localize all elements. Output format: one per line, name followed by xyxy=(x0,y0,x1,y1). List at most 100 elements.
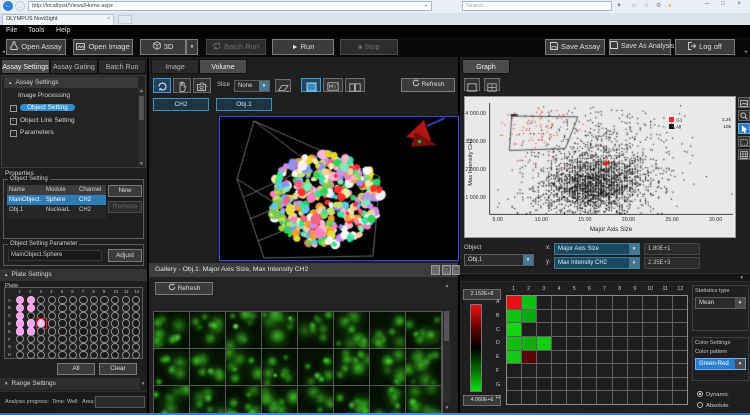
menu-file[interactable]: File xyxy=(6,27,17,34)
favorites-icon[interactable]: ☆ xyxy=(644,2,649,10)
well-B9[interactable] xyxy=(100,304,108,312)
y-feature-dropdown[interactable]: Max Intensity CH2▼ xyxy=(554,257,640,269)
gallery-thumbnail[interactable] xyxy=(406,386,441,415)
open-image-button[interactable]: Open Image xyxy=(73,39,133,55)
heatmap-cell-D2[interactable] xyxy=(522,337,536,350)
new-button[interactable]: New xyxy=(108,185,142,197)
well-H5[interactable] xyxy=(58,351,66,359)
heatmap-cell-B4[interactable] xyxy=(552,310,566,323)
tree-item-image-processing[interactable]: Image Processing xyxy=(18,90,70,101)
well-G12[interactable] xyxy=(132,343,140,351)
heatmap-cell-D8[interactable] xyxy=(613,337,627,350)
heatmap-cell-C4[interactable] xyxy=(552,323,566,336)
url-dropdown-icon[interactable]: ▼ xyxy=(424,2,428,10)
log-off-button[interactable]: Log off xyxy=(675,39,735,55)
stop-button[interactable]: ■ Stop xyxy=(340,39,398,55)
gallery-thumbnail[interactable] xyxy=(298,312,333,348)
heatmap-cell-C3[interactable] xyxy=(537,323,551,336)
heatmap-cell-B3[interactable] xyxy=(537,310,551,323)
tab-batch-run[interactable]: Batch Run xyxy=(98,59,146,74)
gallery-scroll-up-icon[interactable]: ▲ xyxy=(443,283,451,288)
gallery-thumbnail[interactable] xyxy=(262,312,297,348)
gallery-scrollbar[interactable] xyxy=(443,311,450,403)
gallery-thumbnail[interactable] xyxy=(370,349,405,385)
heatmap-cell-C11[interactable] xyxy=(658,323,672,336)
heatmap-cell-F3[interactable] xyxy=(537,364,551,377)
radio-icon[interactable] xyxy=(697,391,703,397)
well-H7[interactable] xyxy=(79,351,87,359)
well-G2[interactable] xyxy=(27,343,35,351)
forward-icon[interactable]: ← xyxy=(15,1,25,11)
dropdown-icon[interactable]: ▼ xyxy=(629,258,639,268)
gallery-thumbnail[interactable] xyxy=(262,349,297,385)
well-B10[interactable] xyxy=(111,304,119,312)
heatmap-cell-B1[interactable] xyxy=(507,310,521,323)
absolute-radio[interactable]: Absolute xyxy=(697,402,729,409)
well-H12[interactable] xyxy=(132,351,140,359)
radio-icon[interactable] xyxy=(697,402,703,408)
heatmap-cell-A1[interactable] xyxy=(507,296,521,309)
heatmap-cell-D4[interactable] xyxy=(552,337,566,350)
home-icon[interactable]: ⌂ xyxy=(632,2,636,10)
color-pattern-dropdown[interactable]: Green-Red▼ xyxy=(695,358,746,370)
volume-render-canvas[interactable] xyxy=(220,117,458,260)
rotate-tool-button[interactable] xyxy=(153,78,171,93)
heatmap-cell-E1[interactable] xyxy=(507,351,521,364)
tab-graph[interactable]: Graph xyxy=(462,59,510,74)
heatmap-cell-A4[interactable] xyxy=(552,296,566,309)
heatmap-cell-C2[interactable] xyxy=(522,323,536,336)
remove-button[interactable]: Remove xyxy=(108,201,142,213)
well-B12[interactable] xyxy=(132,304,140,312)
gallery-restore-icon[interactable]: ❐ xyxy=(442,265,451,275)
gallery-scroll-down-icon[interactable]: ▼ xyxy=(443,405,451,410)
dropdown-icon[interactable]: ▼ xyxy=(735,359,745,369)
channel-obj1-button[interactable]: Obj.1 xyxy=(216,98,272,111)
heatmap-cell-D6[interactable] xyxy=(582,337,596,350)
heatmap-cell-D3[interactable] xyxy=(537,337,551,350)
well-B8[interactable] xyxy=(90,304,98,312)
heatmap-cell-E5[interactable] xyxy=(567,351,581,364)
search-input[interactable]: Search... xyxy=(462,1,612,11)
run-button[interactable]: ► Run xyxy=(272,39,334,55)
well-G1[interactable] xyxy=(16,343,24,351)
heatmap-cell-E7[interactable] xyxy=(597,351,611,364)
channel-ch2-button[interactable]: CH2 xyxy=(153,98,209,111)
well-H8[interactable] xyxy=(90,351,98,359)
heatmap-cell-B9[interactable] xyxy=(628,310,642,323)
heatmap-cell-H1[interactable] xyxy=(507,391,521,404)
heatmap-cell-C1[interactable] xyxy=(507,323,521,336)
clear-button[interactable]: Clear xyxy=(99,363,137,375)
well-B1[interactable] xyxy=(16,304,24,312)
toolbar-overflow-right-icon[interactable]: ◄ xyxy=(743,49,748,55)
scroll-thumb[interactable] xyxy=(139,96,144,120)
heatmap-cell-H7[interactable] xyxy=(597,391,611,404)
table-row[interactable]: Obj.1NuclearLCH2 xyxy=(7,205,106,219)
tree-item-parameters[interactable]: −Parameters xyxy=(10,127,54,138)
gallery-thumbnail[interactable] xyxy=(298,349,333,385)
heatmap-cell-A6[interactable] xyxy=(582,296,596,309)
gallery-thumbnail[interactable] xyxy=(226,349,261,385)
gallery-thumbnail[interactable] xyxy=(226,312,261,348)
heatmap-cell-D9[interactable] xyxy=(628,337,642,350)
panel-scroll-down-icon[interactable]: ▼ xyxy=(139,381,147,386)
heatmap-cell-C7[interactable] xyxy=(597,323,611,336)
settings-gear-icon[interactable]: ⚙ xyxy=(656,2,661,10)
gallery-thumbnail[interactable] xyxy=(298,386,333,415)
well-H11[interactable] xyxy=(122,351,130,359)
view-mode-volume-button[interactable] xyxy=(301,78,321,92)
x-feature-dropdown[interactable]: Major Axis Size▼ xyxy=(554,243,640,255)
well-B5[interactable] xyxy=(58,304,66,312)
heatmap-cell-A11[interactable] xyxy=(658,296,672,309)
heatmap-cell-D5[interactable] xyxy=(567,337,581,350)
well-H1[interactable] xyxy=(16,351,24,359)
well-H6[interactable] xyxy=(69,351,77,359)
heatmap-cell-G7[interactable] xyxy=(597,378,611,391)
heatmap-cell-A8[interactable] xyxy=(613,296,627,309)
volume-refresh-button[interactable]: Refresh xyxy=(401,78,455,92)
heatmap-cell-B2[interactable] xyxy=(522,310,536,323)
tab-assay-gating[interactable]: Assay Gating xyxy=(50,59,98,74)
heatmap-cell-H4[interactable] xyxy=(552,391,566,404)
dropdown-icon[interactable]: ▼ xyxy=(259,81,269,91)
well-G7[interactable] xyxy=(79,343,87,351)
gallery-thumbnail[interactable] xyxy=(190,349,225,385)
